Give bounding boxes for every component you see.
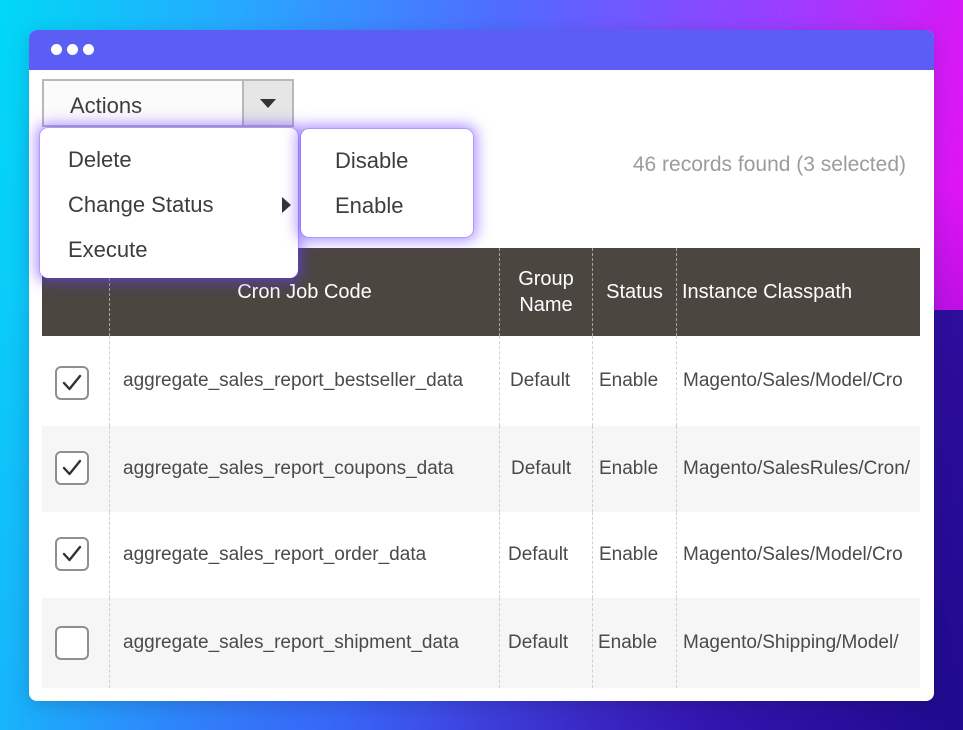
classpath-cell: Magento/Sales/Model/Cro bbox=[683, 370, 903, 391]
classpath-cell: Magento/Shipping/Model/ bbox=[683, 632, 899, 653]
column-divider bbox=[676, 512, 677, 598]
status-cell: Enable bbox=[599, 544, 659, 565]
checkmark-icon bbox=[62, 459, 82, 476]
column-divider bbox=[592, 598, 593, 688]
submenu-item-disable[interactable]: Disable bbox=[335, 148, 408, 174]
window-dot-icon[interactable] bbox=[67, 44, 78, 55]
classpath-cell: Magento/Sales/Model/Cro bbox=[683, 544, 903, 565]
table-row: aggregate_sales_report_order_data Defaul… bbox=[42, 512, 920, 598]
column-header-instance-classpath[interactable]: Instance Classpath bbox=[682, 248, 920, 336]
row-checkbox[interactable] bbox=[55, 366, 89, 400]
window-titlebar bbox=[29, 30, 934, 70]
column-divider bbox=[676, 426, 677, 512]
change-status-submenu: Disable Enable bbox=[301, 129, 473, 237]
row-checkbox[interactable] bbox=[55, 537, 89, 571]
records-count: 46 records found (3 selected) bbox=[632, 153, 906, 176]
actions-label: Actions bbox=[70, 93, 143, 118]
chevron-down-icon bbox=[260, 99, 276, 108]
chevron-right-icon bbox=[282, 197, 291, 213]
submenu-item-enable[interactable]: Enable bbox=[335, 193, 404, 219]
table-row: aggregate_sales_report_coupons_data Defa… bbox=[42, 426, 920, 512]
menu-item-change-status[interactable]: Change Status bbox=[68, 192, 214, 218]
column-divider bbox=[592, 426, 593, 512]
status-cell: Enable bbox=[599, 458, 659, 479]
column-divider bbox=[592, 512, 593, 598]
cron-job-code-cell: aggregate_sales_report_shipment_data bbox=[123, 632, 459, 653]
window-dot-icon[interactable] bbox=[51, 44, 62, 55]
menu-item-delete[interactable]: Delete bbox=[68, 147, 132, 173]
group-name-cell: Default bbox=[508, 632, 569, 653]
status-cell: Enable bbox=[598, 632, 658, 653]
column-divider bbox=[499, 598, 500, 688]
actions-toggle-button[interactable] bbox=[242, 81, 292, 125]
column-divider bbox=[109, 426, 110, 512]
cron-job-code-cell: aggregate_sales_report_bestseller_data bbox=[123, 370, 464, 391]
column-divider bbox=[499, 512, 500, 598]
actions-dropdown[interactable]: Actions bbox=[42, 79, 294, 127]
window-dot-icon[interactable] bbox=[83, 44, 94, 55]
column-divider bbox=[676, 336, 677, 426]
group-name-cell: Default bbox=[511, 458, 572, 479]
status-cell: Enable bbox=[599, 370, 659, 391]
actions-menu: Delete Change Status Execute bbox=[40, 128, 298, 278]
table-row: aggregate_sales_report_shipment_data Def… bbox=[42, 598, 920, 688]
column-divider bbox=[499, 426, 500, 512]
cron-job-code-cell: aggregate_sales_report_order_data bbox=[123, 544, 427, 565]
table-row: aggregate_sales_report_bestseller_data D… bbox=[42, 336, 920, 426]
checkmark-icon bbox=[62, 374, 82, 391]
column-divider bbox=[499, 336, 500, 426]
column-divider bbox=[109, 512, 110, 598]
classpath-cell: Magento/SalesRules/Cron/ bbox=[683, 458, 911, 479]
column-divider bbox=[109, 336, 110, 426]
column-divider bbox=[109, 598, 110, 688]
menu-item-execute[interactable]: Execute bbox=[68, 237, 148, 263]
column-header-group-name[interactable]: Group Name bbox=[500, 248, 592, 336]
column-divider bbox=[676, 248, 677, 336]
group-name-cell: Default bbox=[508, 544, 569, 565]
row-checkbox[interactable] bbox=[55, 451, 89, 485]
group-name-cell: Default bbox=[510, 370, 571, 391]
column-divider bbox=[676, 598, 677, 688]
cron-job-code-cell: aggregate_sales_report_coupons_data bbox=[123, 458, 454, 479]
column-header-status[interactable]: Status bbox=[593, 248, 676, 336]
column-divider bbox=[592, 336, 593, 426]
row-checkbox[interactable] bbox=[55, 626, 89, 660]
checkmark-icon bbox=[62, 545, 82, 562]
